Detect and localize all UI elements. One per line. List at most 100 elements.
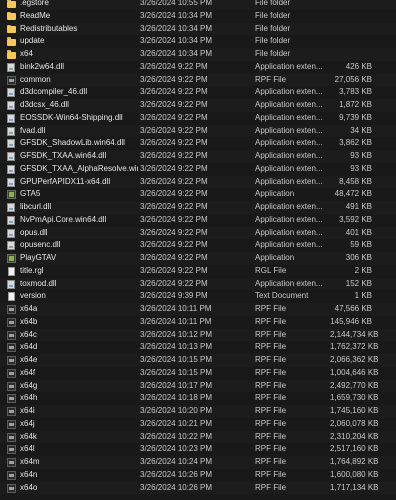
file-name[interactable]: x64 xyxy=(20,48,138,61)
file-name[interactable]: x64a xyxy=(20,303,138,316)
file-row[interactable]: x64m 3/26/2024 10:24 PM RPF File 1,764,892 … xyxy=(0,456,396,469)
file-name[interactable]: libcurl.dll xyxy=(20,201,138,214)
file-name[interactable]: GFSDK_TXAA_AlphaResolve.win64.dll xyxy=(20,163,138,176)
file-row[interactable]: EOSSDK-Win64-Shipping.dll 3/26/2024 9:22 … xyxy=(0,112,396,125)
file-row[interactable]: .egstore 3/26/2024 10:55 PM File folder xyxy=(0,0,396,10)
file-size: 1,600,080 KB xyxy=(330,469,379,479)
file-row[interactable]: x64 3/26/2024 10:34 PM File folder xyxy=(0,48,396,61)
file-row[interactable]: title.rgl 3/26/2024 9:22 PM RGL File 2 KB xyxy=(0,265,396,278)
file-name[interactable]: Redistributables xyxy=(20,23,138,36)
file-name[interactable]: x64o xyxy=(20,482,138,495)
file-name[interactable]: fvad.dll xyxy=(20,125,138,138)
file-date-modified: 3/26/2024 10:12 PM xyxy=(140,329,213,339)
file-row[interactable]: Redistributables 3/26/2024 10:34 PM File f… xyxy=(0,22,396,36)
file-type: RPF File xyxy=(255,482,287,492)
file-name[interactable]: NvPmApi.Core.win64.dll xyxy=(20,214,138,227)
file-row[interactable]: ReadMe 3/26/2024 10:34 PM File folder xyxy=(0,10,396,23)
file-name[interactable]: d3dcompiler_46.dll xyxy=(20,86,138,99)
file-row[interactable]: opus.dll 3/26/2024 9:22 PM Application ext… xyxy=(0,226,396,240)
file-name[interactable]: bink2w64.dll xyxy=(20,61,138,74)
file-row[interactable]: d3dcompiler_46.dll 3/26/2024 9:22 PM Appli… xyxy=(0,86,396,99)
file-name[interactable]: opus.dll xyxy=(20,227,138,240)
file-row[interactable]: x64o 3/26/2024 10:26 PM RPF File 1,717,134 … xyxy=(0,481,396,495)
file-row[interactable]: toxmod.dll 3/26/2024 9:22 PM Application e… xyxy=(0,277,396,291)
file-date-modified: 3/26/2024 9:22 PM xyxy=(140,61,208,71)
file-name[interactable]: toxmod.dll xyxy=(20,278,138,291)
file-row[interactable]: x64k 3/26/2024 10:22 PM RPF File 2,310,204 … xyxy=(0,430,396,444)
file-name[interactable]: EOSSDK-Win64-Shipping.dll xyxy=(20,112,138,125)
file-name[interactable]: x64m xyxy=(20,456,138,469)
file-row[interactable]: update 3/26/2024 10:34 PM File folder xyxy=(0,35,396,48)
file-name[interactable]: x64l xyxy=(20,443,138,456)
file-type: Application xyxy=(255,253,295,262)
file-row[interactable]: PlayGTAV 3/26/2024 9:22 PM Application 306 … xyxy=(0,252,396,265)
file-name[interactable]: x64j xyxy=(20,418,138,431)
file-row[interactable]: x64a 3/26/2024 10:11 PM RPF File 47,566 KB xyxy=(0,303,396,316)
file-date-modified: 3/26/2024 10:21 PM xyxy=(140,418,213,428)
file-name[interactable]: update xyxy=(20,35,138,48)
file-row[interactable]: NvPmApi.Core.win64.dll 3/26/2024 9:22 PM A… xyxy=(0,214,396,227)
file-name[interactable]: opusenc.dll xyxy=(20,239,138,252)
file-row[interactable]: x64f 3/26/2024 10:15 PM RPF File 1,004,646 … xyxy=(0,367,396,380)
file-date-modified: 3/26/2024 9:22 PM xyxy=(140,214,208,224)
dll-icon xyxy=(7,101,15,110)
file-date-modified: 3/26/2024 10:13 PM xyxy=(140,342,213,352)
file-row[interactable]: GFSDK_TXAA.win64.dll 3/26/2024 9:22 PM App… xyxy=(0,150,396,163)
file-size: 27,056 KB xyxy=(334,74,372,84)
rpf-icon xyxy=(7,432,16,442)
file-name[interactable]: GPUPerfAPIDX11-x64.dll xyxy=(20,176,138,189)
file-name[interactable]: x64e xyxy=(20,354,138,367)
dll-icon xyxy=(7,126,15,136)
file-name[interactable]: x64h xyxy=(20,392,138,405)
file-name[interactable]: x64f xyxy=(20,367,138,380)
file-type: RPF File xyxy=(255,316,287,326)
file-row[interactable]: x64g 3/26/2024 10:17 PM RPF File 2,492,770 … xyxy=(0,379,396,393)
file-type: RPF File xyxy=(255,74,287,84)
file-date-modified: 3/26/2024 9:22 PM xyxy=(140,189,208,199)
file-name[interactable]: GFSDK_TXAA.win64.dll xyxy=(20,150,138,163)
file-name[interactable]: x64b xyxy=(20,316,138,329)
file-row[interactable]: GFSDK_ShadowLib.win64.dll 3/26/2024 9:22 … xyxy=(0,137,396,150)
file-row[interactable]: x64c 3/26/2024 10:12 PM RPF File 2,144,734 … xyxy=(0,328,396,342)
dll-icon xyxy=(7,241,15,251)
file-row[interactable]: x64n 3/26/2024 10:26 PM RPF File 1,600,080 … xyxy=(0,469,396,482)
file-row[interactable]: common 3/26/2024 9:22 PM RPF File 27,056 KB xyxy=(0,73,396,87)
file-row[interactable]: version 3/26/2024 9:39 PM Text Document 1 K… xyxy=(0,290,396,303)
file-row[interactable]: opusenc.dll 3/26/2024 9:22 PM Application … xyxy=(0,239,396,252)
file-row[interactable]: bink2w64.dll 3/26/2024 9:22 PM Application… xyxy=(0,61,396,74)
file-name[interactable]: x64c xyxy=(20,329,138,342)
file-row[interactable]: x64i 3/26/2024 10:20 PM RPF File 1,745,160 … xyxy=(0,405,396,418)
file-name[interactable]: d3dcsx_46.dll xyxy=(20,99,138,112)
file-row[interactable]: fvad.dll 3/26/2024 9:22 PM Application ext… xyxy=(0,124,396,138)
file-row[interactable]: x64h 3/26/2024 10:18 PM RPF File 1,659,730 … xyxy=(0,392,396,405)
file-name[interactable]: x64k xyxy=(20,431,138,444)
file-date-modified: 3/26/2024 10:26 PM xyxy=(140,482,213,492)
file-name[interactable]: x64d xyxy=(20,341,138,354)
file-row[interactable]: GPUPerfAPIDX11-x64.dll 3/26/2024 9:22 PM A… xyxy=(0,175,396,189)
file-name[interactable]: common xyxy=(20,74,138,87)
file-name[interactable]: GFSDK_ShadowLib.win64.dll xyxy=(20,137,138,150)
file-type: RPF File xyxy=(255,406,287,415)
file-name[interactable]: x64n xyxy=(20,469,138,482)
file-name[interactable]: x64g xyxy=(20,380,138,393)
file-size: 2 KB xyxy=(354,265,372,275)
file-date-modified: 3/26/2024 10:20 PM xyxy=(140,406,213,415)
rpf-icon xyxy=(7,356,16,365)
file-name[interactable]: version xyxy=(20,290,138,303)
file-row[interactable]: x64j 3/26/2024 10:21 PM RPF File 2,060,078 … xyxy=(0,418,396,431)
file-row[interactable]: x64l 3/26/2024 10:23 PM RPF File 2,517,160 … xyxy=(0,443,396,456)
file-row[interactable]: x64b 3/26/2024 10:11 PM RPF File 145,946 KB xyxy=(0,316,396,329)
file-row[interactable]: libcurl.dll 3/26/2024 9:22 PM Application … xyxy=(0,201,396,214)
file-row[interactable]: GTA5 3/26/2024 9:22 PM Application 48,472 K… xyxy=(0,188,396,201)
file-name[interactable]: ReadMe xyxy=(20,10,138,23)
file-row[interactable]: x64e 3/26/2024 10:15 PM RPF File 2,066,362 … xyxy=(0,354,396,367)
file-row[interactable]: d3dcsx_46.dll 3/26/2024 9:22 PM Applicatio… xyxy=(0,99,396,112)
file-row[interactable]: GFSDK_TXAA_AlphaResolve.win64.dll3/26/20… xyxy=(0,163,396,176)
file-row[interactable]: x64d 3/26/2024 10:13 PM RPF File 1,762,372 … xyxy=(0,341,396,354)
file-name[interactable]: title.rgl xyxy=(20,265,138,278)
file-name[interactable]: PlayGTAV xyxy=(20,252,138,265)
file-name[interactable]: x64i xyxy=(20,405,138,418)
file-type: Application exten... xyxy=(255,100,323,109)
file-name[interactable]: .egstore xyxy=(20,0,138,10)
file-name[interactable]: GTA5 xyxy=(20,188,138,201)
